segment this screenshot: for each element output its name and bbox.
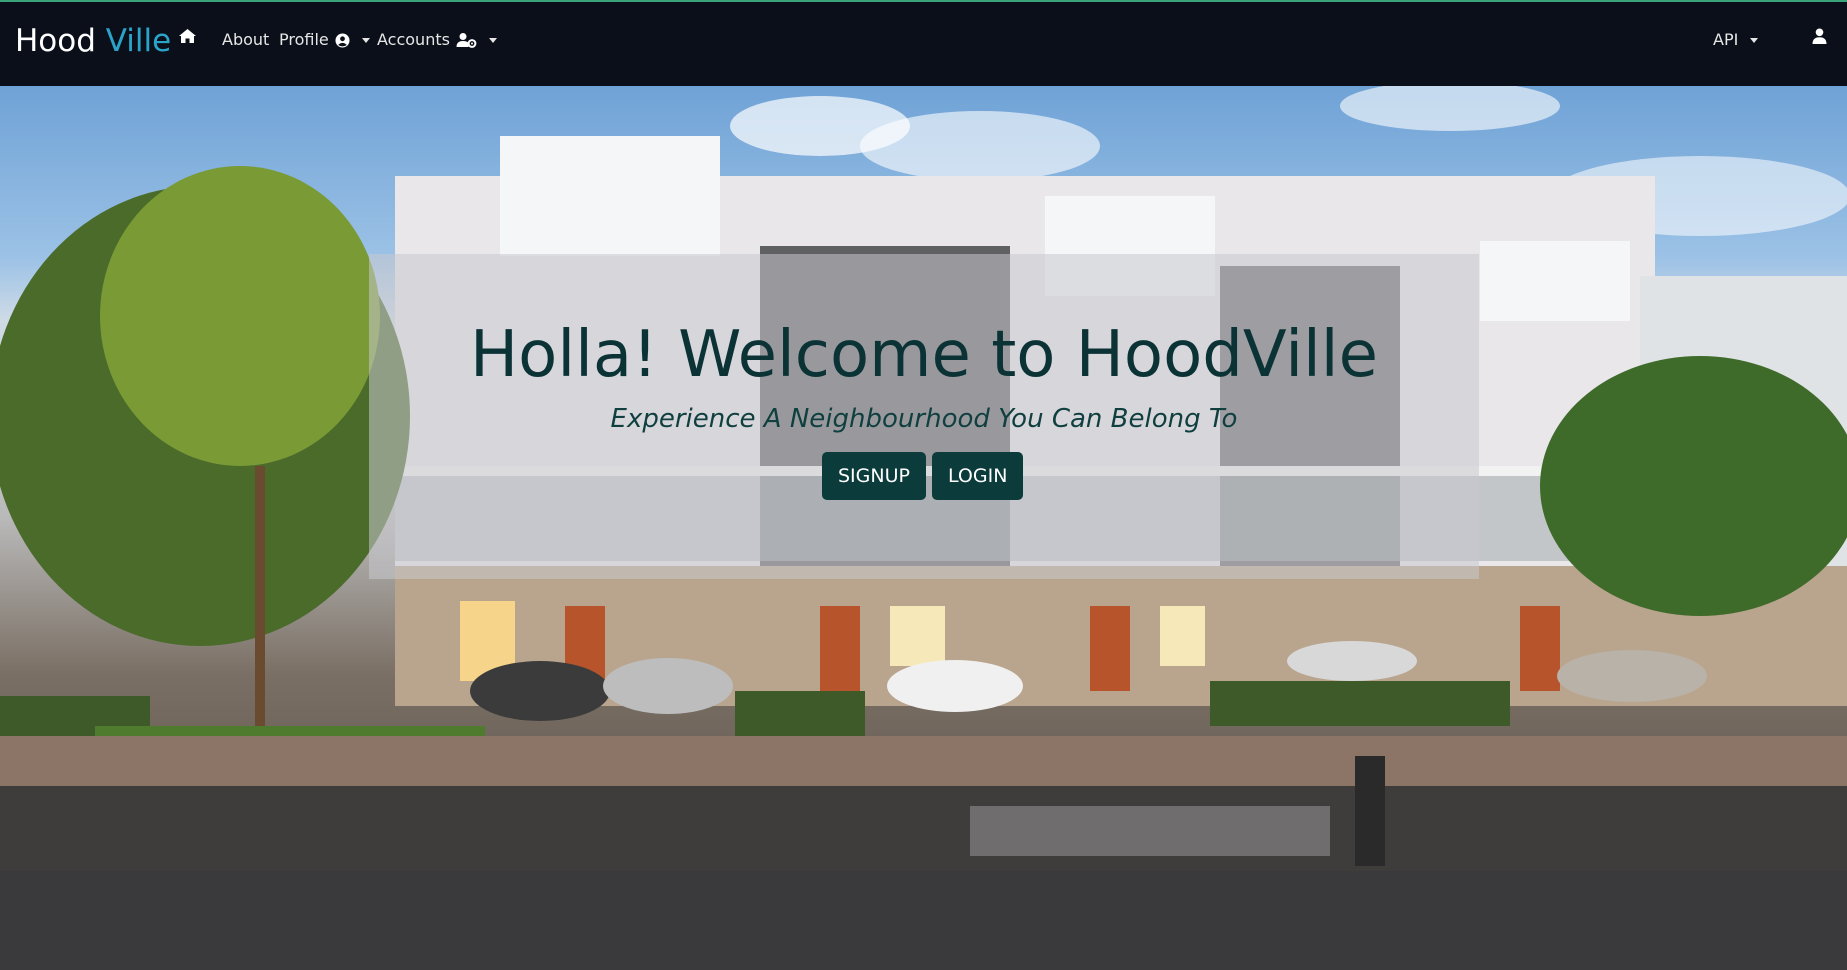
navbar: Hood Ville About Profile Accounts API [0,2,1847,86]
nav-api-dropdown[interactable]: API [1713,28,1759,52]
user-cog-icon [456,32,477,48]
nav-profile-label: Profile [279,30,329,49]
signup-button[interactable]: SIGNUP [822,452,926,500]
nav-about[interactable]: About [222,28,269,52]
chevron-down-icon [361,37,370,43]
nav-api-label: API [1713,30,1739,49]
nav-about-label: About [222,30,270,49]
nav-profile-dropdown[interactable]: Profile [279,28,370,52]
brand-part1: Hood [15,23,96,59]
user-circle-icon [335,33,350,48]
home-link[interactable] [178,28,197,44]
nav-accounts-dropdown[interactable]: Accounts [377,28,497,52]
chevron-down-icon [1750,37,1759,43]
brand-logo[interactable]: Hood Ville [15,22,171,60]
user-menu-button[interactable] [1812,28,1827,44]
home-icon [178,28,197,44]
login-button[interactable]: LOGIN [932,452,1024,500]
page-footer-area [0,871,1847,970]
hero-title: Holla! Welcome to HoodVille [470,318,1378,392]
hero-section: Holla! Welcome to HoodVille Experience A… [0,86,1847,871]
hero-subtitle: Experience A Neighbourhood You Can Belon… [610,404,1238,434]
chevron-down-icon [488,37,497,43]
brand-part2: Ville [105,23,172,59]
user-icon [1812,28,1827,44]
nav-accounts-label: Accounts [377,30,450,49]
